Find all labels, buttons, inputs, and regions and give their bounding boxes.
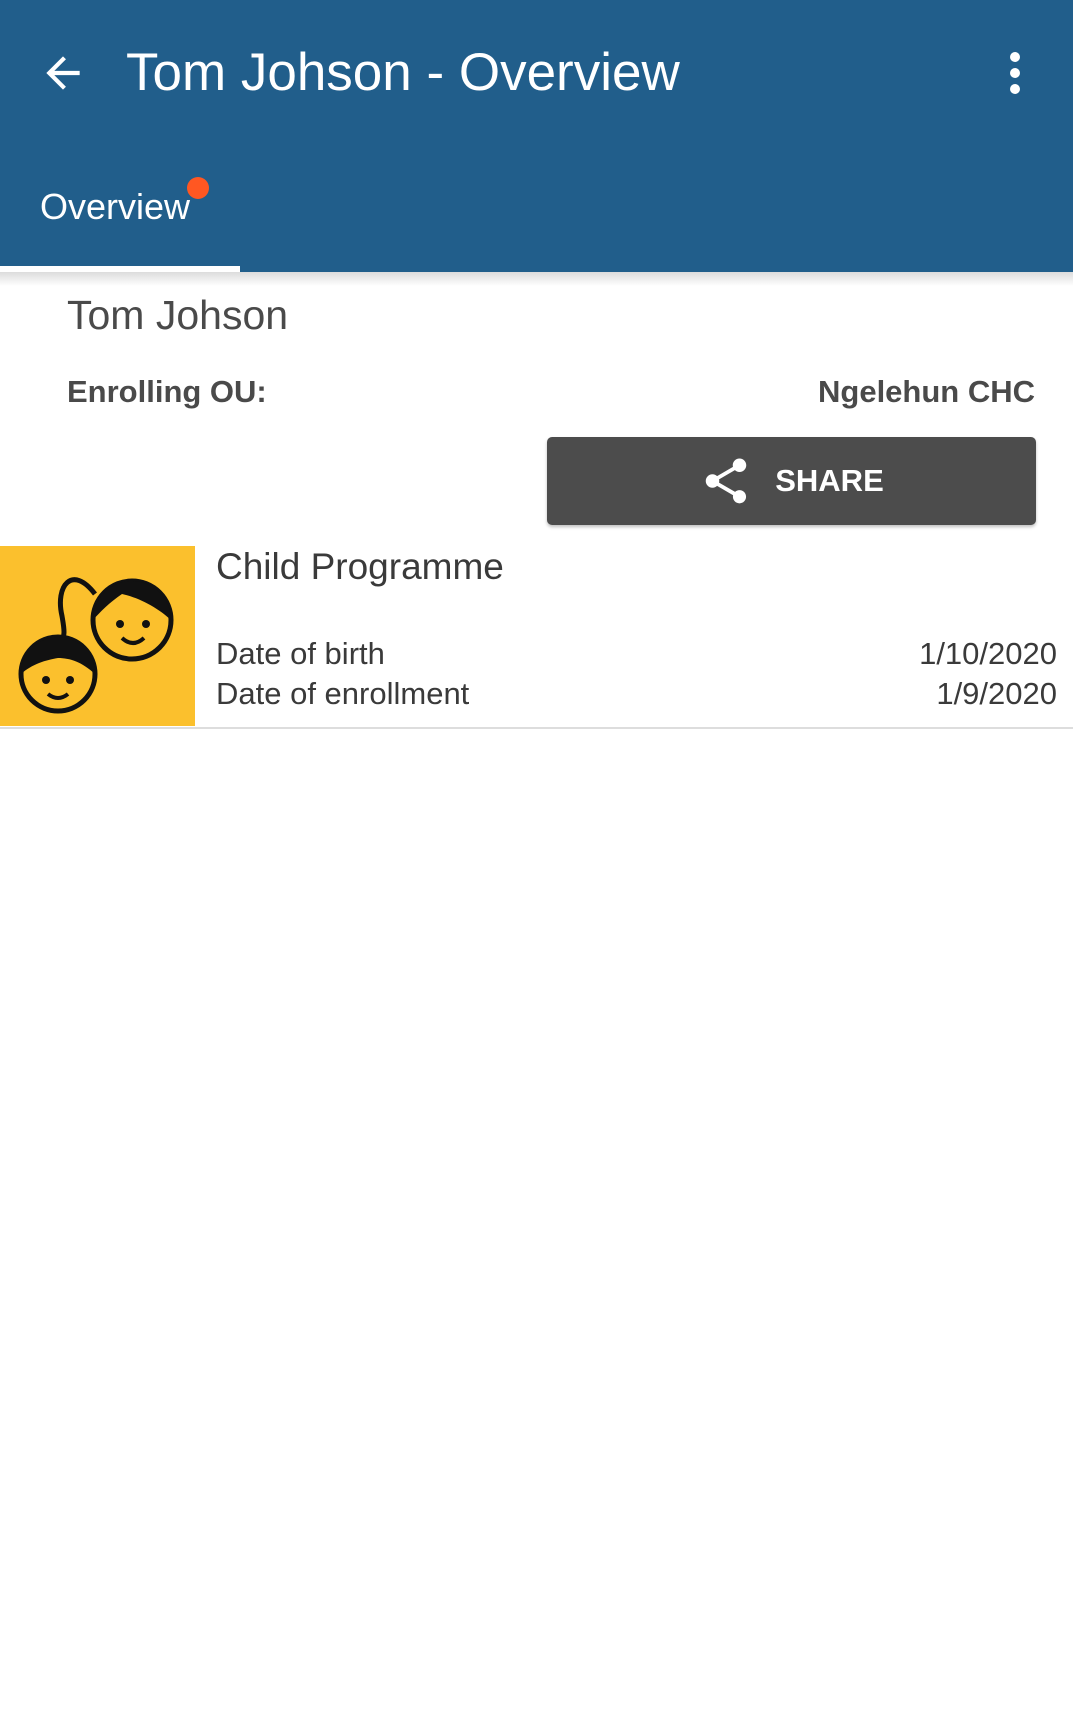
date-of-enrollment-value: 1/9/2020 [936,676,1057,711]
enrolling-ou-value: Ngelehun CHC [818,374,1035,409]
more-vertical-icon [1010,52,1020,94]
enrolling-ou-label: Enrolling OU: [67,374,267,409]
page-title: Tom Johson - Overview [126,43,680,102]
share-button-label: SHARE [775,463,884,498]
app-bar-shadow [0,272,1073,286]
share-icon [705,458,747,504]
children-faces-icon [0,546,195,726]
date-of-enrollment-label: Date of enrollment [216,676,470,711]
arrow-left-icon [46,56,80,90]
person-name: Tom Johson [67,292,289,338]
tab-label: Overview [40,186,191,227]
program-name: Child Programme [216,546,504,587]
app-bar: Tom Johson - Overview Overview [0,0,1073,272]
divider [0,727,1073,729]
tab-overview[interactable]: Overview [0,168,240,272]
back-button[interactable] [30,40,96,106]
more-options-button[interactable] [985,40,1045,106]
share-button[interactable]: SHARE [547,437,1036,525]
program-card[interactable]: Child Programme Date of birth 1/10/2020 … [0,546,1073,728]
date-of-birth-label: Date of birth [216,636,385,671]
notification-badge [187,177,209,199]
date-of-birth-value: 1/10/2020 [919,636,1057,671]
